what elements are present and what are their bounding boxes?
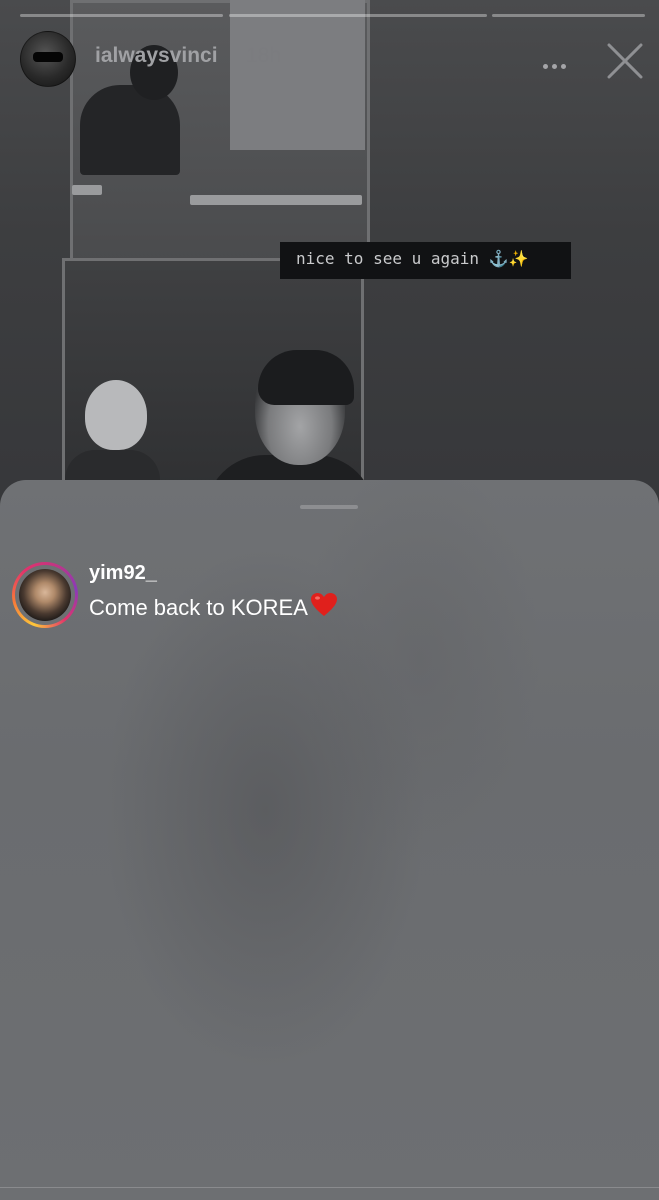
story-header: ialwaysvinci 18h [0, 28, 659, 88]
author-username[interactable]: ialwaysvinci [95, 44, 218, 68]
story-ring[interactable] [12, 562, 78, 628]
reply-message: Come back to KOREA [89, 595, 308, 620]
more-horizontal-icon[interactable] [543, 56, 573, 69]
story-caption: nice to see u again ⚓️✨ [280, 242, 571, 279]
post-time: 18h [246, 44, 282, 67]
light-strip [190, 195, 362, 205]
light-strip [72, 185, 102, 195]
close-icon[interactable] [604, 40, 646, 82]
sunglasses-shape [33, 52, 63, 62]
story-progress-bar [20, 14, 223, 17]
reply-item[interactable]: yim92_ Come back to KOREA [12, 562, 612, 632]
reply-avatar[interactable] [19, 569, 71, 621]
author-avatar[interactable] [20, 31, 76, 87]
red-heart-icon [310, 592, 338, 624]
sheet-grabber[interactable] [300, 505, 358, 509]
reply-text: Come back to KOREA [89, 592, 338, 624]
replies-sheet[interactable]: yim92_ Come back to KOREA [0, 480, 659, 1200]
reflection-person-body [80, 85, 180, 175]
bottom-divider [0, 1187, 659, 1188]
story-progress-bar [229, 14, 487, 17]
person-main-hair [258, 350, 354, 405]
story-progress-bar [492, 14, 645, 17]
reply-username[interactable]: yim92_ [89, 562, 157, 585]
person-blond-head [85, 380, 147, 450]
